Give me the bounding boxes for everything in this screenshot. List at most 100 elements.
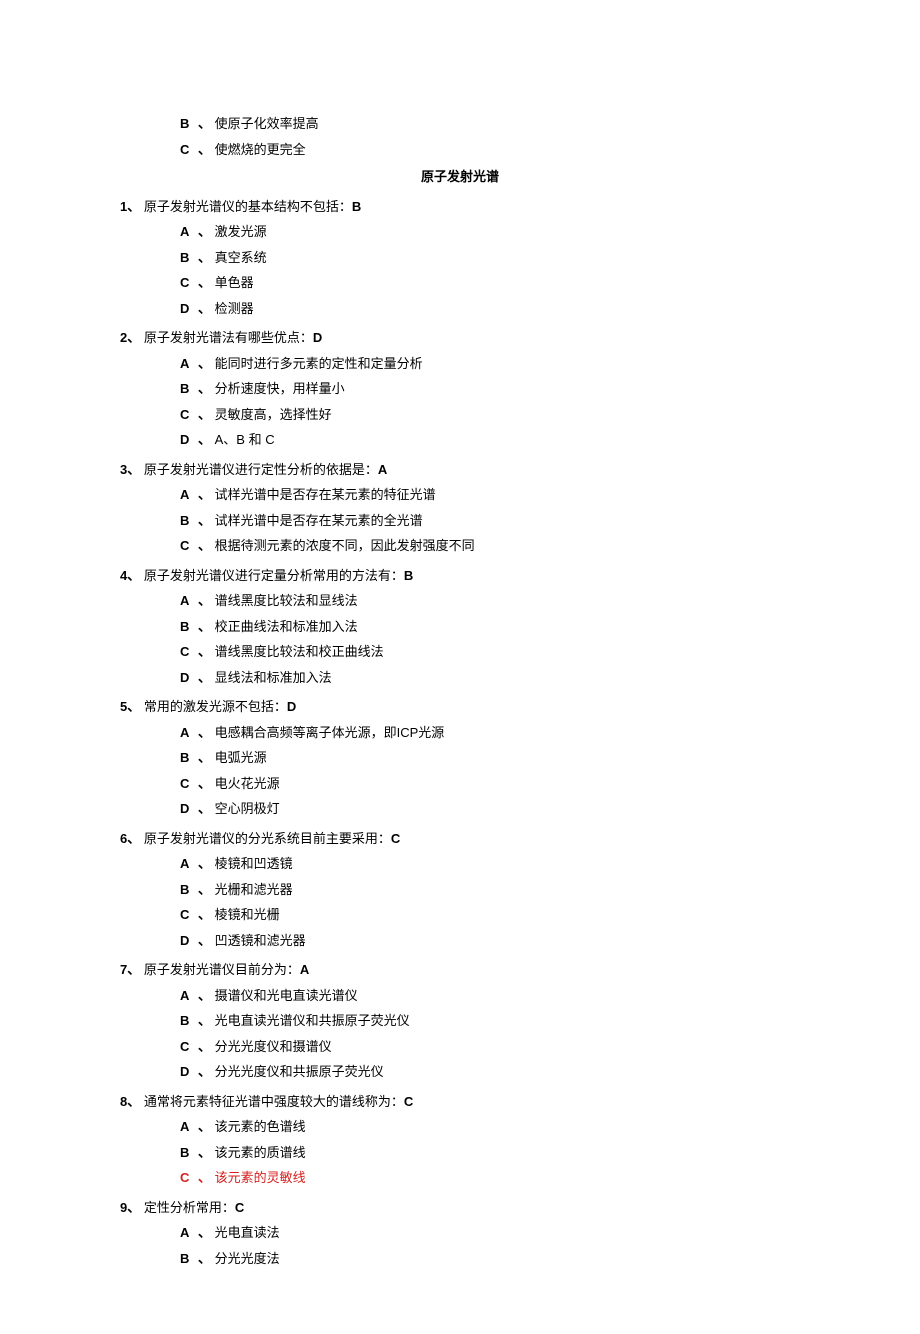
option-text: 该元素的质谱线 bbox=[215, 1145, 306, 1160]
option-label: B bbox=[180, 617, 198, 637]
questions-container: 1、 原子发射光谱仪的基本结构不包括：BA、 激发光源B、 真空系统C、 单色器… bbox=[120, 197, 800, 1269]
question-separator: 、 bbox=[127, 330, 144, 345]
option-line: A、 试样光谱中是否存在某元素的特征光谱 bbox=[120, 485, 800, 505]
option-label: B bbox=[180, 880, 198, 900]
option-text: 检测器 bbox=[215, 301, 254, 316]
question-text: 原子发射光谱仪进行定量分析常用的方法有： bbox=[144, 568, 404, 583]
option-text: 分光光度法 bbox=[215, 1251, 280, 1266]
option-line: C、 棱镜和光栅 bbox=[120, 905, 800, 925]
option-text: 激发光源 bbox=[215, 224, 267, 239]
option-separator: 、 bbox=[198, 1013, 215, 1028]
document-page: B、 使原子化效率提高C、 使燃烧的更完全 原子发射光谱 1、 原子发射光谱仪的… bbox=[0, 0, 920, 1334]
question-answer: D bbox=[313, 330, 322, 345]
option-label: B bbox=[180, 1011, 198, 1031]
option-separator: 、 bbox=[198, 882, 215, 897]
option-line: A、 棱镜和凹透镜 bbox=[120, 854, 800, 874]
option-label: C bbox=[180, 1168, 198, 1188]
question-answer: B bbox=[352, 199, 361, 214]
option-label: B bbox=[180, 511, 198, 531]
option-separator: 、 bbox=[198, 301, 215, 316]
question-line: 6、 原子发射光谱仪的分光系统目前主要采用：C bbox=[120, 829, 800, 849]
option-label: A bbox=[180, 854, 198, 874]
question-separator: 、 bbox=[127, 568, 144, 583]
option-separator: 、 bbox=[198, 593, 215, 608]
option-line: C、 分光光度仪和摄谱仪 bbox=[120, 1037, 800, 1057]
option-line: D、 显线法和标准加入法 bbox=[120, 668, 800, 688]
option-text: 分光光度仪和摄谱仪 bbox=[215, 1039, 332, 1054]
question-line: 1、 原子发射光谱仪的基本结构不包括：B bbox=[120, 197, 800, 217]
question-answer: C bbox=[235, 1200, 244, 1215]
option-separator: 、 bbox=[198, 250, 215, 265]
question-separator: 、 bbox=[127, 199, 144, 214]
option-text: 谱线黑度比较法和校正曲线法 bbox=[215, 644, 384, 659]
option-text: 真空系统 bbox=[215, 250, 267, 265]
option-line: C、 电火花光源 bbox=[120, 774, 800, 794]
option-separator: 、 bbox=[198, 933, 215, 948]
option-text: 光电直读光谱仪和共振原子荧光仪 bbox=[215, 1013, 410, 1028]
option-separator: 、 bbox=[198, 487, 215, 502]
option-text: 凹透镜和滤光器 bbox=[215, 933, 306, 948]
intro-option: B、 使原子化效率提高 bbox=[120, 114, 800, 134]
question-text: 原子发射光谱仪的分光系统目前主要采用： bbox=[144, 831, 391, 846]
question-answer: B bbox=[404, 568, 413, 583]
option-line: C、 灵敏度高，选择性好 bbox=[120, 405, 800, 425]
option-text: 使燃烧的更完全 bbox=[215, 142, 306, 157]
option-separator: 、 bbox=[198, 116, 215, 131]
question-answer: A bbox=[300, 962, 309, 977]
question-separator: 、 bbox=[127, 699, 144, 714]
question-separator: 、 bbox=[127, 1200, 144, 1215]
option-separator: 、 bbox=[198, 538, 215, 553]
option-separator: 、 bbox=[198, 1119, 215, 1134]
option-separator: 、 bbox=[198, 725, 215, 740]
option-line: D、 空心阴极灯 bbox=[120, 799, 800, 819]
option-separator: 、 bbox=[198, 1225, 215, 1240]
option-separator: 、 bbox=[198, 513, 215, 528]
option-line: B、 电弧光源 bbox=[120, 748, 800, 768]
question-line: 3、 原子发射光谱仪进行定性分析的依据是：A bbox=[120, 460, 800, 480]
option-separator: 、 bbox=[198, 619, 215, 634]
option-text: 光电直读法 bbox=[215, 1225, 280, 1240]
option-separator: 、 bbox=[198, 1251, 215, 1266]
option-separator: 、 bbox=[198, 801, 215, 816]
option-separator: 、 bbox=[198, 275, 215, 290]
option-label: C bbox=[180, 774, 198, 794]
option-label: A bbox=[180, 723, 198, 743]
option-line: C、 该元素的灵敏线 bbox=[120, 1168, 800, 1188]
question-answer: C bbox=[404, 1094, 413, 1109]
option-text: 单色器 bbox=[215, 275, 254, 290]
question-answer: D bbox=[287, 699, 296, 714]
option-line: C、 单色器 bbox=[120, 273, 800, 293]
option-label: B bbox=[180, 1249, 198, 1269]
option-label: B bbox=[180, 379, 198, 399]
question-separator: 、 bbox=[127, 962, 144, 977]
question-text: 常用的激发光源不包括： bbox=[144, 699, 287, 714]
question-separator: 、 bbox=[127, 462, 144, 477]
option-label: A bbox=[180, 222, 198, 242]
option-label: B bbox=[180, 748, 198, 768]
option-line: A、 能同时进行多元素的定性和定量分析 bbox=[120, 354, 800, 374]
question-answer: A bbox=[378, 462, 387, 477]
option-separator: 、 bbox=[198, 988, 215, 1003]
option-text: 试样光谱中是否存在某元素的特征光谱 bbox=[215, 487, 436, 502]
option-separator: 、 bbox=[198, 432, 215, 447]
option-label: A bbox=[180, 591, 198, 611]
option-line: A、 电感耦合高频等离子体光源，即ICP光源 bbox=[120, 723, 800, 743]
option-line: B、 分析速度快，用样量小 bbox=[120, 379, 800, 399]
option-label: C bbox=[180, 905, 198, 925]
option-line: D、 凹透镜和滤光器 bbox=[120, 931, 800, 951]
option-label: B bbox=[180, 1143, 198, 1163]
option-line: B、 真空系统 bbox=[120, 248, 800, 268]
option-label: C bbox=[180, 1037, 198, 1057]
option-text: 该元素的色谱线 bbox=[215, 1119, 306, 1134]
option-text: 谱线黑度比较法和显线法 bbox=[215, 593, 358, 608]
option-text: 该元素的灵敏线 bbox=[215, 1170, 306, 1185]
option-line: B、 试样光谱中是否存在某元素的全光谱 bbox=[120, 511, 800, 531]
option-separator: 、 bbox=[198, 1039, 215, 1054]
option-line: A、 该元素的色谱线 bbox=[120, 1117, 800, 1137]
question-text: 定性分析常用： bbox=[144, 1200, 235, 1215]
option-text: 光栅和滤光器 bbox=[215, 882, 293, 897]
question-separator: 、 bbox=[127, 1094, 144, 1109]
option-label: D bbox=[180, 931, 198, 951]
option-separator: 、 bbox=[198, 644, 215, 659]
option-text: 电感耦合高频等离子体光源，即ICP光源 bbox=[215, 725, 445, 740]
